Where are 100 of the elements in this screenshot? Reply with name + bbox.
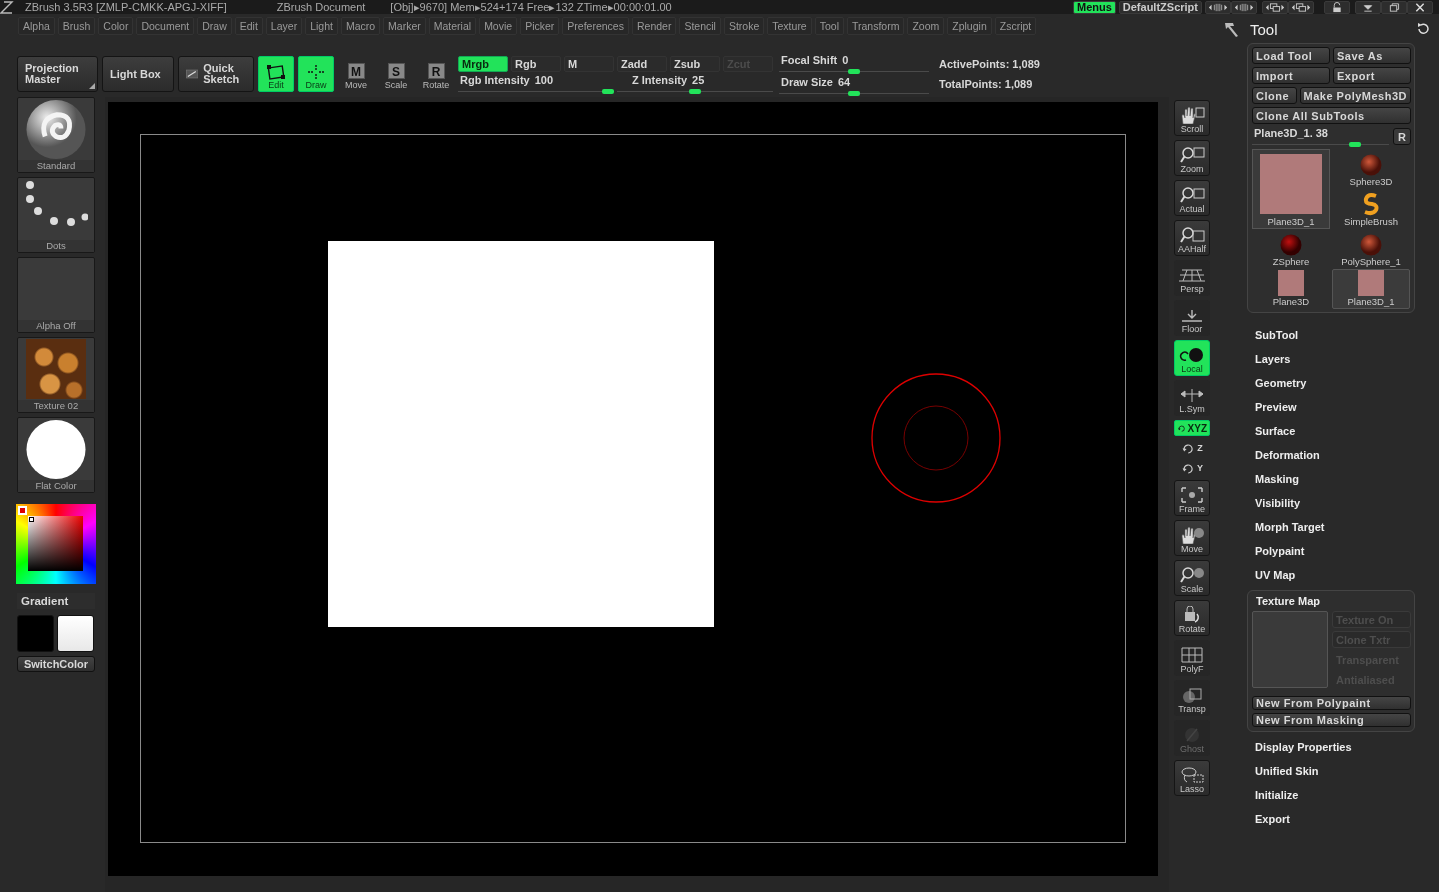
view-toggle[interactable]: Floor: [1174, 300, 1210, 336]
section-header[interactable]: Layers: [1247, 347, 1415, 371]
menu-item[interactable]: Movie: [479, 17, 518, 35]
section-header[interactable]: Display Properties: [1247, 735, 1415, 759]
material-button[interactable]: Flat Color: [17, 417, 95, 493]
menu-item[interactable]: Light: [305, 17, 338, 35]
channel-button[interactable]: Mrgb: [458, 55, 508, 72]
menu-item[interactable]: Macro: [340, 17, 381, 35]
tool-button[interactable]: Load Tool: [1252, 47, 1330, 64]
menu-item[interactable]: Alpha: [18, 17, 55, 35]
current-tool-preview[interactable]: Plane3D_1: [1252, 149, 1330, 229]
view-button[interactable]: Scale: [1174, 560, 1210, 596]
menu-item[interactable]: Edit: [234, 17, 263, 35]
mode-button[interactable]: R Rotate: [418, 56, 454, 92]
channel-button[interactable]: Zsub: [670, 55, 720, 72]
arrow-stripes-icon[interactable]: [1205, 0, 1231, 14]
menu-item[interactable]: Transform: [847, 17, 905, 35]
section-header[interactable]: Initialize: [1247, 783, 1415, 807]
menu-item[interactable]: Material: [428, 17, 477, 35]
reset-button[interactable]: R: [1393, 128, 1411, 145]
menu-item[interactable]: Layer: [265, 17, 303, 35]
tool-button[interactable]: New From Masking: [1252, 713, 1411, 727]
main-color-swatch[interactable]: [17, 615, 54, 652]
view-button[interactable]: Lasso: [1174, 760, 1210, 796]
tool-button[interactable]: Import: [1252, 67, 1330, 84]
view-toggle[interactable]: L.Sym: [1174, 380, 1210, 416]
menu-item[interactable]: Color: [98, 17, 134, 35]
view-button[interactable]: Move: [1174, 520, 1210, 556]
slider-thumb[interactable]: [848, 90, 860, 96]
tool-button[interactable]: New From Polypaint: [1252, 696, 1411, 710]
tool-button[interactable]: Save As: [1333, 47, 1411, 64]
section-header[interactable]: Unified Skin: [1247, 759, 1415, 783]
toolbar-button[interactable]: Projection Master: [17, 56, 98, 92]
close-icon[interactable]: [1407, 0, 1433, 14]
view-toggle[interactable]: Local: [1174, 340, 1210, 376]
alpha-button[interactable]: Alpha Off: [17, 257, 95, 333]
stacked-windows-icon[interactable]: [1262, 0, 1288, 14]
menu-item[interactable]: Tool: [814, 17, 844, 35]
brush-button[interactable]: Standard: [17, 97, 95, 173]
script-button[interactable]: Menus: [1072, 0, 1116, 14]
color-picker[interactable]: [16, 504, 96, 584]
section-header[interactable]: Deformation: [1247, 443, 1415, 467]
stroke-button[interactable]: Dots: [17, 177, 95, 253]
tool-button[interactable]: Clone: [1252, 87, 1297, 104]
lock-icon[interactable]: [1324, 0, 1350, 14]
menu-item[interactable]: Document: [136, 17, 195, 35]
arrow-stripes-icon[interactable]: [1231, 0, 1257, 14]
section-header[interactable]: Geometry: [1247, 371, 1415, 395]
tool-thumbnail[interactable]: Sphere3D: [1332, 149, 1410, 189]
section-header[interactable]: Surface: [1247, 419, 1415, 443]
tool-button[interactable]: Clone All SubTools: [1252, 107, 1411, 124]
view-button[interactable]: Rotate: [1174, 600, 1210, 636]
view-button[interactable]: Actual: [1174, 180, 1210, 216]
tool-thumbnail[interactable]: PolySphere_1: [1332, 229, 1410, 269]
menu-item[interactable]: Texture: [767, 17, 812, 35]
reset-icon[interactable]: [1416, 22, 1430, 36]
view-toggle[interactable]: Persp: [1174, 260, 1210, 296]
slider-thumb[interactable]: [1348, 142, 1361, 147]
toolbar-button[interactable]: Quick Sketch: [178, 56, 254, 92]
mode-button[interactable]: Edit: [258, 56, 294, 92]
menu-item[interactable]: Preferences: [562, 17, 629, 35]
view-button[interactable]: AAHalf: [1174, 220, 1210, 256]
menu-item[interactable]: Render: [631, 17, 677, 35]
channel-button[interactable]: Zadd: [617, 55, 667, 72]
axis-toggle[interactable]: Z: [1178, 440, 1206, 456]
mode-button[interactable]: Draw: [298, 56, 334, 92]
section-header[interactable]: Export: [1247, 807, 1415, 831]
menu-item[interactable]: Zplugin: [947, 17, 992, 35]
tool-thumbnail[interactable]: Plane3D: [1252, 269, 1330, 309]
switch-color-button[interactable]: SwitchColor: [17, 656, 95, 672]
view-toggle[interactable]: PolyF: [1174, 640, 1210, 676]
stacked-windows-icon[interactable]: [1288, 0, 1314, 14]
section-header[interactable]: UV Map: [1247, 563, 1415, 587]
axis-toggle[interactable]: Y: [1178, 460, 1206, 476]
tool-button[interactable]: Export: [1333, 67, 1411, 84]
tool-thumbnail[interactable]: Plane3D_1: [1332, 269, 1410, 309]
section-header[interactable]: Polypaint: [1247, 539, 1415, 563]
restore-icon[interactable]: [1381, 0, 1407, 14]
menu-item[interactable]: Stencil: [679, 17, 721, 35]
minimize-icon[interactable]: [1355, 0, 1381, 14]
menu-item[interactable]: Zscript: [994, 17, 1037, 35]
menu-item[interactable]: Marker: [383, 17, 426, 35]
secondary-color-swatch[interactable]: [57, 615, 94, 652]
channel-button[interactable]: Rgb: [511, 55, 561, 72]
section-header[interactable]: SubTool: [1247, 323, 1415, 347]
tool-button[interactable]: Make PolyMesh3D: [1299, 87, 1411, 104]
axis-toggle[interactable]: XYZ: [1174, 420, 1210, 436]
view-button[interactable]: Frame: [1174, 480, 1210, 516]
mode-button[interactable]: M Move: [338, 56, 374, 92]
menu-item[interactable]: Picker: [520, 17, 560, 35]
section-header[interactable]: Visibility: [1247, 491, 1415, 515]
slider-thumb[interactable]: [689, 88, 701, 94]
view-button[interactable]: Scroll: [1174, 100, 1210, 136]
view-button[interactable]: Zoom: [1174, 140, 1210, 176]
script-button[interactable]: DefaultZScript: [1118, 0, 1202, 14]
slider-thumb[interactable]: [601, 88, 614, 94]
menu-item[interactable]: Zoom: [907, 17, 945, 35]
menu-item[interactable]: Brush: [57, 17, 96, 35]
section-header[interactable]: Masking: [1247, 467, 1415, 491]
gradient-button[interactable]: Gradient: [17, 593, 95, 609]
